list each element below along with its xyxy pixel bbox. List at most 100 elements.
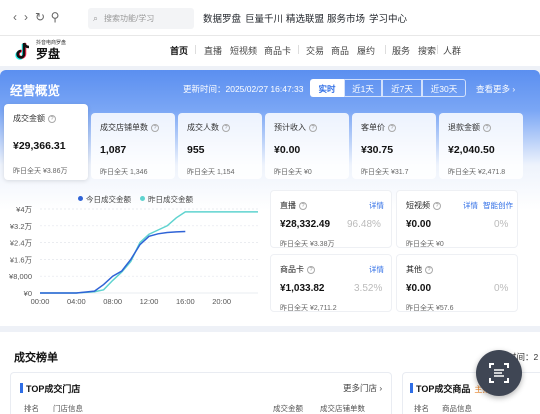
metric-yesterday: 昨日全天 ¥3.86万 [13, 168, 68, 175]
y-tick-label: ¥4万 [16, 205, 32, 214]
toplink-qianchuan[interactable]: 巨量千川 [245, 11, 283, 25]
nav-short-video[interactable]: 短视频 [230, 44, 257, 57]
x-tick-label: 20:00 [212, 297, 231, 306]
help-icon[interactable]: ? [309, 124, 317, 132]
douyin-logo-icon[interactable] [12, 40, 38, 62]
channel-card-other[interactable]: 其他? ¥0.00 0% 昨日全天 ¥57.6 [396, 254, 518, 312]
refresh-icon[interactable]: ↻ [33, 10, 47, 24]
search-input[interactable]: ⌕ 搜索功能/学习 [88, 8, 194, 29]
top-stores-title: TOP成交门店 [26, 384, 81, 394]
help-icon[interactable]: ? [48, 115, 56, 123]
channel-percent: 0% [494, 219, 509, 230]
scan-text-icon [489, 363, 509, 383]
help-icon[interactable]: ? [299, 202, 307, 210]
help-icon[interactable]: ? [151, 124, 159, 132]
help-icon[interactable]: ? [222, 124, 230, 132]
title-accent-bar [20, 383, 23, 393]
col-gmv[interactable]: 成交金额 [273, 403, 303, 414]
nav-goods[interactable]: 商品 [331, 44, 349, 57]
channel-title: 其他 [406, 265, 422, 274]
col-orders[interactable]: 成交店铺单数 [320, 403, 365, 414]
smart-create-link[interactable]: 智能创作 [483, 200, 513, 211]
metric-value: 955 [187, 144, 205, 156]
overview-title: 经营概览 [10, 84, 61, 98]
metric-card-gmv[interactable]: 成交金额? ¥29,366.31 昨日全天 ¥3.86万 [4, 104, 88, 180]
range-30day-button[interactable]: 近30天 [422, 79, 466, 97]
channel-card-short-video[interactable]: 短视频? 详情 智能创作 ¥0.00 0% 昨日全天 ¥0 [396, 190, 518, 248]
search-icon: ⌕ [93, 13, 99, 23]
metric-card-orders[interactable]: 成交店铺单数? 1,087 昨日全天 1,346 [91, 113, 175, 179]
channel-title: 短视频 [406, 201, 430, 210]
metric-label: 退款金额 [448, 123, 480, 132]
nav-divider [437, 45, 438, 54]
logo-title: 罗盘 [36, 47, 61, 61]
nav-search[interactable]: 搜索 [418, 44, 436, 57]
x-tick-label: 00:00 [31, 297, 50, 306]
channel-card-product-card[interactable]: 商品卡? 详情 ¥1,033.82 3.52% 昨日全天 ¥2,711.2 [270, 254, 392, 312]
metric-value: 1,087 [100, 144, 127, 156]
metric-value: ¥2,040.50 [448, 144, 495, 156]
link-icon[interactable]: ⚲ [48, 10, 62, 24]
channel-title: 直播 [280, 201, 296, 210]
more-stores-link[interactable]: 更多门店 › [343, 382, 382, 394]
metric-value: ¥0.00 [274, 144, 301, 156]
range-7day-button[interactable]: 近7天 [382, 79, 422, 97]
series-line-yesterday [40, 211, 258, 294]
help-icon[interactable]: ? [433, 202, 441, 210]
help-icon[interactable]: ? [388, 124, 396, 132]
assistant-float-button[interactable] [476, 350, 522, 396]
metric-yesterday: 昨日全天 1,154 [187, 169, 235, 176]
toplink-compass[interactable]: 数据罗盘 [203, 11, 241, 25]
help-icon[interactable]: ? [483, 124, 491, 132]
channel-value: ¥0.00 [406, 283, 432, 294]
nav-home[interactable]: 首页 [170, 44, 188, 57]
channel-percent: 0% [494, 283, 509, 294]
metric-card-avg-price[interactable]: 客单价? ¥30.75 昨日全天 ¥31.7 [352, 113, 436, 179]
x-tick-label: 16:00 [176, 297, 195, 306]
nav-live[interactable]: 直播 [204, 44, 222, 57]
toplink-market[interactable]: 服务市场 [327, 11, 365, 25]
help-icon[interactable]: ? [425, 266, 433, 274]
range-1day-button[interactable]: 近1天 [344, 79, 382, 97]
channel-percent: 3.52% [354, 283, 383, 294]
help-icon[interactable]: ? [307, 266, 315, 274]
channel-value: ¥28,332.49 [280, 219, 331, 230]
nav-divider [385, 45, 386, 54]
y-tick-label: ¥2.4万 [10, 239, 33, 248]
nav-fulfillment[interactable]: 履约 [357, 44, 375, 57]
metric-card-refund[interactable]: 退款金额? ¥2,040.50 昨日全天 ¥2,471.8 [439, 113, 523, 179]
channel-yesterday: 昨日全天 ¥2,711.2 [280, 305, 337, 312]
nav-service[interactable]: 服务 [392, 44, 410, 57]
nav-trade[interactable]: 交易 [306, 44, 324, 57]
metric-label: 成交金额 [13, 114, 45, 123]
metric-label: 预计收入 [274, 123, 306, 132]
channel-value: ¥0.00 [406, 219, 432, 230]
metric-value: ¥29,366.31 [13, 140, 66, 152]
channel-detail-link[interactable]: 详情 [463, 200, 478, 211]
x-tick-label: 08:00 [103, 297, 122, 306]
search-placeholder: 搜索功能/学习 [104, 14, 155, 23]
toplink-learning[interactable]: 学习中心 [369, 11, 407, 25]
forward-icon[interactable]: › [19, 10, 33, 24]
range-realtime-button[interactable]: 实时 [310, 79, 344, 97]
metric-label: 成交人数 [187, 123, 219, 132]
col-store-info: 门店信息 [53, 404, 83, 413]
channel-detail-link[interactable]: 详情 [369, 200, 384, 211]
metric-yesterday: 昨日全天 ¥0 [274, 169, 312, 176]
col-rank: 排名 [24, 404, 39, 413]
y-tick-label: ¥1.6万 [10, 255, 33, 264]
metric-label: 客单价 [361, 123, 385, 132]
channel-card-live[interactable]: 直播? 详情 ¥28,332.49 96.48% 昨日全天 ¥3.38万 [270, 190, 392, 248]
channel-detail-link[interactable]: 详情 [369, 264, 384, 275]
metric-card-income[interactable]: 预计收入? ¥0.00 昨日全天 ¥0 [265, 113, 349, 179]
view-more-link[interactable]: 查看更多 › [476, 83, 515, 95]
nav-product-card[interactable]: 商品卡 [264, 44, 291, 57]
title-accent-bar [410, 383, 413, 393]
toplink-alliance[interactable]: 精选联盟 [286, 11, 324, 25]
channel-title: 商品卡 [280, 265, 304, 274]
metric-value: ¥30.75 [361, 144, 394, 156]
col-rank: 排名 [414, 404, 429, 413]
nav-audience[interactable]: 人群 [443, 44, 461, 57]
metric-card-buyers[interactable]: 成交人数? 955 昨日全天 1,154 [178, 113, 262, 179]
series-line-today [40, 230, 186, 294]
